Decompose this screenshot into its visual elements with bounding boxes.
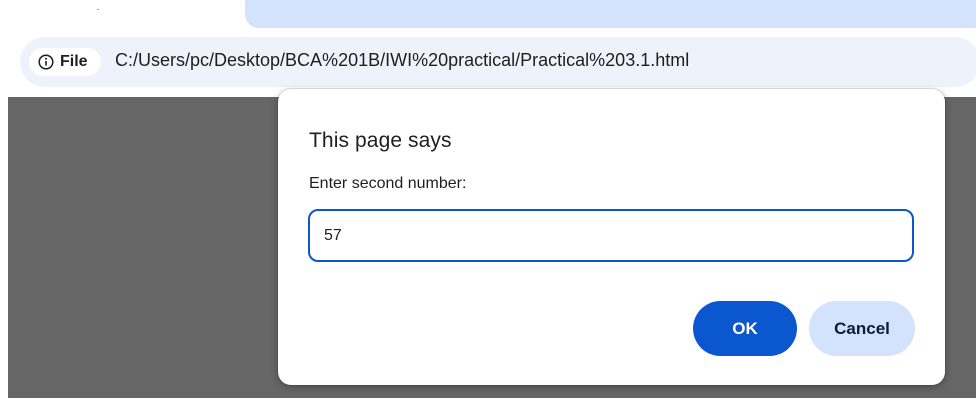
browser-window: File C:/Users/pc/Desktop/BCA%201B/IWI%20… bbox=[0, 0, 976, 398]
dialog-title: This page says bbox=[309, 129, 452, 152]
dialog-message: Enter second number: bbox=[309, 175, 467, 192]
cancel-button[interactable]: Cancel bbox=[809, 301, 915, 356]
prompt-dialog: This page says Enter second number: OK C… bbox=[278, 89, 945, 385]
address-bar[interactable]: File C:/Users/pc/Desktop/BCA%201B/IWI%20… bbox=[20, 37, 976, 87]
tab-strip bbox=[0, 0, 976, 36]
active-tab[interactable] bbox=[245, 0, 976, 28]
window-control-dot bbox=[97, 9, 99, 10]
site-info-chip[interactable]: File bbox=[29, 48, 101, 76]
ok-button[interactable]: OK bbox=[693, 301, 797, 356]
prompt-input[interactable] bbox=[308, 209, 914, 262]
url-text[interactable]: C:/Users/pc/Desktop/BCA%201B/IWI%20pract… bbox=[115, 50, 689, 71]
site-chip-label: File bbox=[60, 53, 88, 70]
info-circle-icon bbox=[38, 54, 54, 70]
